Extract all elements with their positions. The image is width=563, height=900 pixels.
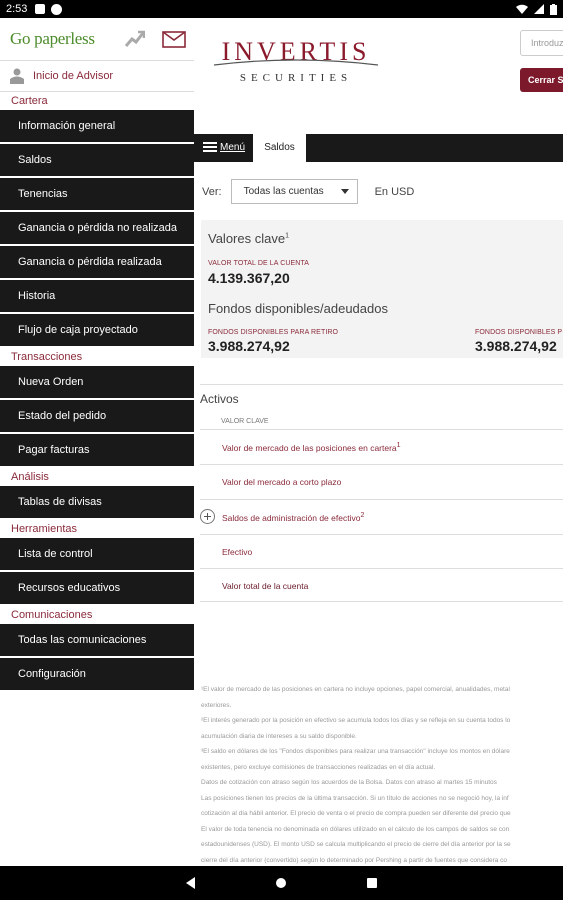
menu-label: Menú (220, 141, 246, 153)
account-select-value: Todas las cuentas (243, 186, 324, 197)
funds-trade-label: FONDOS DISPONIBLES P (475, 329, 563, 336)
logout-button[interactable]: Cerrar Se (520, 68, 563, 92)
wifi-icon (516, 4, 528, 14)
footnote-line: ³El saldo en dólares de los "Fondos disp… (201, 748, 510, 755)
nav-pagar-facturas[interactable]: Pagar facturas (0, 434, 194, 466)
hamburger-icon (203, 142, 217, 152)
activos-row-valor-total: Valor total de la cuenta (200, 568, 563, 602)
page-header: INVERTIS SECURITIES Introduz Cerrar Se (194, 18, 563, 134)
search-input[interactable]: Introduz (520, 30, 563, 56)
total-account-value: 4.139.367,20 (208, 270, 290, 286)
footnote-line: El valor de toda tenencia no denominada … (201, 825, 510, 833)
footnote-line: existentes, pero excluye comisiones de t… (201, 763, 436, 771)
status-time: 2:53 (6, 3, 28, 15)
tab-saldos[interactable]: Saldos (253, 134, 306, 162)
funds-withdraw-label: FONDOS DISPONIBLES PARA RETIRO (208, 329, 339, 336)
footnote-line: Datos de cotización con atraso según los… (201, 779, 497, 786)
status-bar: 2:53 (0, 0, 563, 18)
person-icon (10, 68, 24, 84)
column-header-valor-clave: VALOR CLAVE (221, 418, 269, 425)
nav-historia[interactable]: Historia (0, 280, 194, 312)
footnote-line: cotización al día hábil anterior. El pre… (201, 810, 511, 817)
sd-card-icon (35, 4, 46, 14)
footnote-line: Las posiciones tienen los precios de la … (201, 794, 509, 802)
nav-recursos-educativos[interactable]: Recursos educativos (0, 572, 194, 604)
footnote-line: ¹El valor de mercado de las posiciones e… (201, 686, 510, 693)
footnotes: ¹El valor de mercado de las posiciones e… (201, 684, 563, 866)
signal-icon (534, 4, 544, 14)
advisor-home-label: Inicio de Advisor (33, 70, 114, 82)
nav-tenencias[interactable]: Tenencias (0, 178, 194, 210)
nav-saldos[interactable]: Saldos (0, 144, 194, 176)
chevron-down-icon (340, 189, 349, 194)
footnote-line: estadounidenses (USD). El monto USD se c… (201, 841, 511, 848)
row-label: Valor de mercado de las posiciones en ca… (222, 442, 401, 453)
section-cartera: Cartera (11, 95, 48, 107)
nav-estado-del-pedido[interactable]: Estado del pedido (0, 400, 194, 432)
activos-row-valor-mercado[interactable]: Valor de mercado de las posiciones en ca… (200, 429, 563, 464)
system-nav-bar (0, 866, 563, 900)
key-values-panel: Valores clave1 VALOR TOTAL DE LA CUENTA … (201, 220, 563, 358)
funds-title: Fondos disponibles/adeudados (208, 301, 388, 316)
nav-configuracion[interactable]: Configuración (0, 658, 194, 690)
nav-ganancia-no-realizada[interactable]: Ganancia o pérdida no realizada (0, 212, 194, 244)
advisor-home-link[interactable]: Inicio de Advisor (0, 60, 194, 92)
tab-bar: Menú Saldos (194, 134, 563, 162)
view-label: Ver: (202, 185, 222, 198)
nav-ganancia-realizada[interactable]: Ganancia o pérdida realizada (0, 246, 194, 278)
nav-lista-de-control[interactable]: Lista de control (0, 538, 194, 570)
expand-plus-icon[interactable] (200, 509, 215, 524)
activos-row-corto-plazo[interactable]: Valor del mercado a corto plazo (200, 464, 563, 499)
battery-icon (550, 3, 557, 15)
nav-nueva-orden[interactable]: Nueva Orden (0, 366, 194, 398)
notification-icons (35, 3, 63, 15)
main-content: Ver: Todas las cuentas En USD Valores cl… (194, 162, 563, 866)
nav-informacion-general[interactable]: Información general (0, 110, 194, 142)
section-analisis: Análisis (11, 471, 49, 483)
row-label: Saldos de administración de efectivo2 (222, 512, 365, 523)
system-icons (516, 3, 557, 15)
activos-row-saldos-efectivo[interactable]: Saldos de administración de efectivo2 (200, 499, 563, 534)
section-transacciones: Transacciones (11, 351, 83, 363)
brand-line2: SECURITIES (240, 72, 352, 84)
section-herramientas: Herramientas (11, 523, 78, 535)
section-comunicaciones: Comunicaciones (11, 609, 93, 621)
sidebar-header: Go paperless (0, 18, 194, 60)
back-icon[interactable] (186, 877, 195, 889)
sidebar: Go paperless Inicio de Advisor Cartera I… (0, 18, 194, 866)
app-notification-icon (51, 3, 63, 15)
footnote-line: cierre del día anterior (convertido) seg… (201, 856, 508, 864)
row-label: Valor total de la cuenta (222, 581, 309, 591)
app-root: 2:53 Go paperless Inicio de Advisor Cart… (0, 0, 563, 900)
home-icon[interactable] (276, 878, 286, 888)
menu-button[interactable]: Menú (203, 141, 245, 153)
footnote-line: exteriores. (201, 701, 232, 709)
nav-flujo-de-caja[interactable]: Flujo de caja proyectado (0, 314, 194, 346)
funds-withdraw-value: 3.988.274,92 (208, 338, 290, 354)
row-label: Efectivo (222, 547, 253, 557)
view-filter-row: Ver: Todas las cuentas En USD (202, 179, 414, 204)
funds-trade-value: 3.988.274,92 (475, 338, 557, 354)
nav-todas-las-comunicaciones[interactable]: Todas las comunicaciones (0, 624, 194, 656)
total-account-label: VALOR TOTAL DE LA CUENTA (208, 260, 310, 267)
row-label: Valor del mercado a corto plazo (222, 477, 342, 487)
recent-apps-icon[interactable] (367, 878, 377, 888)
chart-trend-icon[interactable] (124, 30, 145, 48)
key-values-title: Valores clave1 (208, 231, 289, 246)
activos-row-efectivo[interactable]: Efectivo (200, 534, 563, 568)
account-select[interactable]: Todas las cuentas (230, 179, 358, 204)
mail-icon[interactable] (162, 30, 186, 48)
nav-tablas-de-divisas[interactable]: Tablas de divisas (0, 486, 194, 518)
go-paperless-logo[interactable]: Go paperless (10, 29, 95, 49)
footnote-line: ²El interés generado por la posición en … (201, 717, 511, 724)
invertis-securities-logo: INVERTIS SECURITIES (213, 38, 379, 84)
activos-divider (200, 384, 563, 385)
activos-title: Activos (200, 392, 239, 406)
currency-note: En USD (374, 185, 415, 198)
footnote-line: acumulación diaria de intereses a su sal… (201, 732, 357, 740)
